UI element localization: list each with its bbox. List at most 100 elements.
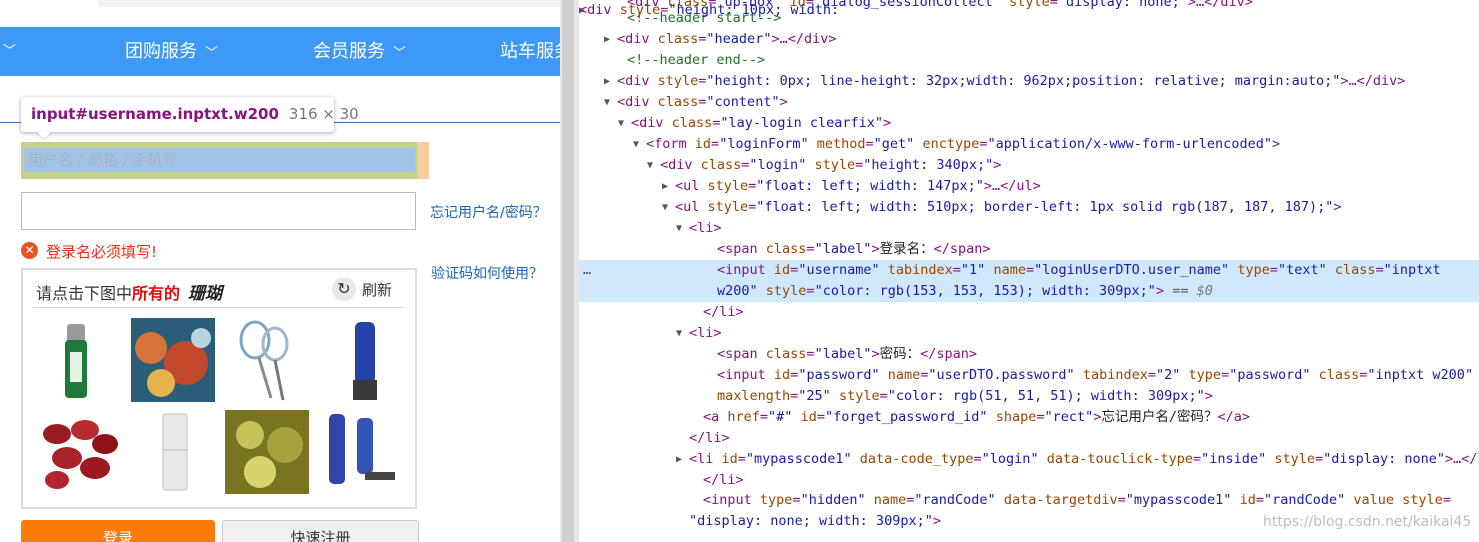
dom-tree-row[interactable]: ▼ <div class="content"> [579, 92, 1479, 113]
captcha-help-link[interactable]: 验证码如何使用？ [431, 263, 543, 283]
captcha-prompt-prefix: 请点击下图中 [36, 284, 133, 303]
captcha-image-rackets[interactable] [225, 318, 309, 402]
dom-tree-row[interactable]: </li> [579, 428, 1479, 449]
captcha-image-coral-1[interactable] [131, 318, 215, 402]
dom-tree-row[interactable]: ▶ <li id="mypasscode1" data-code_type="lo… [579, 449, 1479, 470]
chevron-down-icon[interactable]: ﹀ [3, 27, 16, 76]
dom-tree-row[interactable]: ▶ <div class="header">…</div> [579, 29, 1479, 50]
expand-arrow-icon[interactable]: ▶ [604, 29, 614, 50]
dom-tree-row[interactable]: ▼ <li> [579, 218, 1479, 239]
dom-node-markup: <li id="mypasscode1" data-code_type="log… [689, 451, 1479, 467]
login-button[interactable]: 登录 [21, 520, 215, 542]
captcha-panel: 请点击下图中所有的 珊瑚 ↻ 刷新 [21, 268, 417, 509]
error-icon: ✕ [21, 242, 38, 259]
refresh-icon: ↻ [332, 277, 356, 301]
error-message: 登录名必须填写! [46, 243, 158, 261]
username-input[interactable] [24, 148, 415, 172]
dom-node-markup: <li> [689, 220, 722, 236]
dom-node-markup: <div class="content"> [617, 94, 788, 110]
captcha-refresh-button[interactable]: ↻ 刷新 [332, 277, 392, 303]
dom-node-markup: <ul style="float: left; width: 510px; bo… [675, 199, 1342, 215]
dom-tree-row[interactable]: <span class="label">登录名：</span> [579, 239, 1479, 260]
nav-item-label: 站车服务 [500, 41, 560, 62]
dom-tree-row[interactable]: <a href="#" id="forget_password_id" shap… [579, 407, 1479, 428]
collapse-arrow-icon[interactable]: ▼ [633, 134, 643, 155]
dom-tree-row[interactable]: <input type="hidden" name="randCode" dat… [579, 490, 1479, 511]
dom-node-markup: <ul style="float: left; width: 147px;">…… [675, 178, 1041, 194]
dom-node-markup: <input id="username" tabindex="1" name="… [717, 262, 1441, 278]
dom-tree-row[interactable]: ▼ <form id="loginForm" method="get" encty… [579, 134, 1479, 155]
dom-node-markup: <span class="label">密码：</span> [717, 346, 978, 362]
scrollbar-track[interactable] [562, 0, 574, 542]
register-button[interactable]: 快速注册 [222, 520, 419, 542]
dom-tree-row[interactable]: ▼ <ul style="float: left; width: 510px; b… [579, 197, 1479, 218]
dom-tree-row[interactable]: ▼ <li> [579, 323, 1479, 344]
expand-arrow-icon[interactable]: ▶ [676, 449, 686, 470]
dom-tree-row[interactable]: </li> [579, 470, 1479, 491]
captcha-image-blue-tube[interactable] [319, 318, 403, 402]
dom-node-markup: <div class="login" style="height: 340px;… [660, 157, 1002, 173]
dom-node-markup: maxlength="25" style="color: rgb(51, 51,… [717, 388, 1213, 404]
tooltip-selector: input#username.inptxt.w200 [31, 105, 279, 123]
dom-node-markup: w200" style="color: rgb(153, 153, 153); … [717, 283, 1213, 299]
dom-tree-row[interactable]: <!--header end--> [579, 50, 1479, 71]
more-options-icon[interactable]: … [583, 260, 591, 281]
dom-tree-row[interactable]: </li> [579, 302, 1479, 323]
dom-tree-row[interactable]: ▼ <div class="lay-login clearfix"> [579, 113, 1479, 134]
nav-item-label: 团购服务 [125, 41, 197, 62]
password-input[interactable] [21, 192, 416, 230]
devtools-elements-panel: <div class="up-box" id="dialog_sessionCo… [579, 0, 1479, 542]
dom-tree-row[interactable]: maxlength="25" style="color: rgb(51, 51,… [579, 386, 1479, 407]
nav-item-member[interactable]: 会员服务 ﹀ [313, 27, 406, 76]
collapse-arrow-icon[interactable]: ▼ [647, 155, 657, 176]
tooltip-size: 316 × 30 [288, 105, 359, 123]
collapse-arrow-icon[interactable]: ▼ [662, 197, 672, 218]
dom-node-markup: </li> [689, 430, 730, 446]
nav-item-station[interactable]: 站车服务 [500, 27, 560, 76]
chevron-down-icon: ﹀ [393, 46, 407, 61]
chevron-down-icon: ﹀ [205, 46, 219, 61]
dom-tree-row[interactable]: ▶ <div style="height: 10px; width: [579, 0, 1479, 21]
captcha-image-bottle-opener[interactable] [37, 318, 121, 402]
nav-item-label: 会员服务 [313, 41, 385, 62]
dom-node-markup: </li> [703, 472, 744, 488]
dom-node-markup: <div style="height: 0px; line-height: 32… [617, 73, 1406, 89]
expand-arrow-icon[interactable]: ▶ [662, 176, 672, 197]
dom-tree-row[interactable]: ▶ <ul style="float: left; width: 147px;">… [579, 176, 1479, 197]
collapse-arrow-icon[interactable]: ▼ [618, 113, 628, 134]
collapse-arrow-icon[interactable]: ▼ [604, 92, 614, 113]
dom-tree-row[interactable]: ▶ <div style="height: 0px; line-height: 3… [579, 71, 1479, 92]
captcha-divider [33, 307, 403, 308]
dom-node-markup: <li> [689, 325, 722, 341]
captcha-target-word: 珊瑚 [188, 284, 223, 304]
nav-item-group-buy[interactable]: 团购服务 ﹀ [125, 27, 218, 76]
refresh-label: 刷新 [362, 281, 393, 299]
captcha-image-red-dates[interactable] [37, 410, 121, 494]
dom-node-markup: <div class="lay-login clearfix"> [631, 115, 892, 131]
nav-bar: ﹀ 团购服务 ﹀ 会员服务 ﹀ 站车服务 [0, 27, 560, 76]
dom-tree-row[interactable]: ▼ <div class="login" style="height: 340px… [579, 155, 1479, 176]
top-strip [98, 0, 560, 7]
collapse-arrow-icon[interactable]: ▼ [676, 218, 686, 239]
dom-node-markup: <div class="header">…</div> [617, 31, 837, 47]
collapse-arrow-icon[interactable]: ▼ [676, 323, 686, 344]
dom-node-markup: <input id="password" name="userDTO.passw… [717, 367, 1474, 383]
dom-node-markup: <!--header end--> [627, 52, 766, 68]
dom-tree-row[interactable]: <span class="label">密码：</span> [579, 344, 1479, 365]
dom-node-markup: "display: none; width: 309px;"> [689, 513, 941, 529]
dom-tree-row[interactable]: <input id="password" name="userDTO.passw… [579, 365, 1479, 386]
captcha-image-coral-2[interactable] [225, 410, 309, 494]
dom-node-markup: <input type="hidden" name="randCode" dat… [703, 492, 1451, 508]
watermark: https://blog.csdn.net/kaikai45 [1263, 514, 1472, 530]
captcha-image-white-case[interactable] [131, 410, 215, 494]
dom-tree-row[interactable]: <input id="username" tabindex="1" name="… [579, 260, 1479, 281]
page-viewport: ﹀ 团购服务 ﹀ 会员服务 ﹀ 站车服务 input#username.inptxt… [0, 0, 560, 542]
captcha-image-blue-tools[interactable] [319, 410, 403, 494]
dom-node-markup: <a href="#" id="forget_password_id" shap… [703, 409, 1251, 425]
dom-tree-row[interactable]: w200" style="color: rgb(153, 153, 153); … [579, 281, 1479, 302]
dom-node-markup: </li> [703, 304, 744, 320]
expand-arrow-icon[interactable]: ▶ [604, 71, 614, 92]
forgot-password-link[interactable]: 忘记用户名/密码？ [430, 202, 547, 222]
dom-node-markup: <form id="loginForm" method="get" enctyp… [646, 136, 1281, 152]
dom-node-markup: <div style="height: 10px; width: [579, 2, 840, 18]
